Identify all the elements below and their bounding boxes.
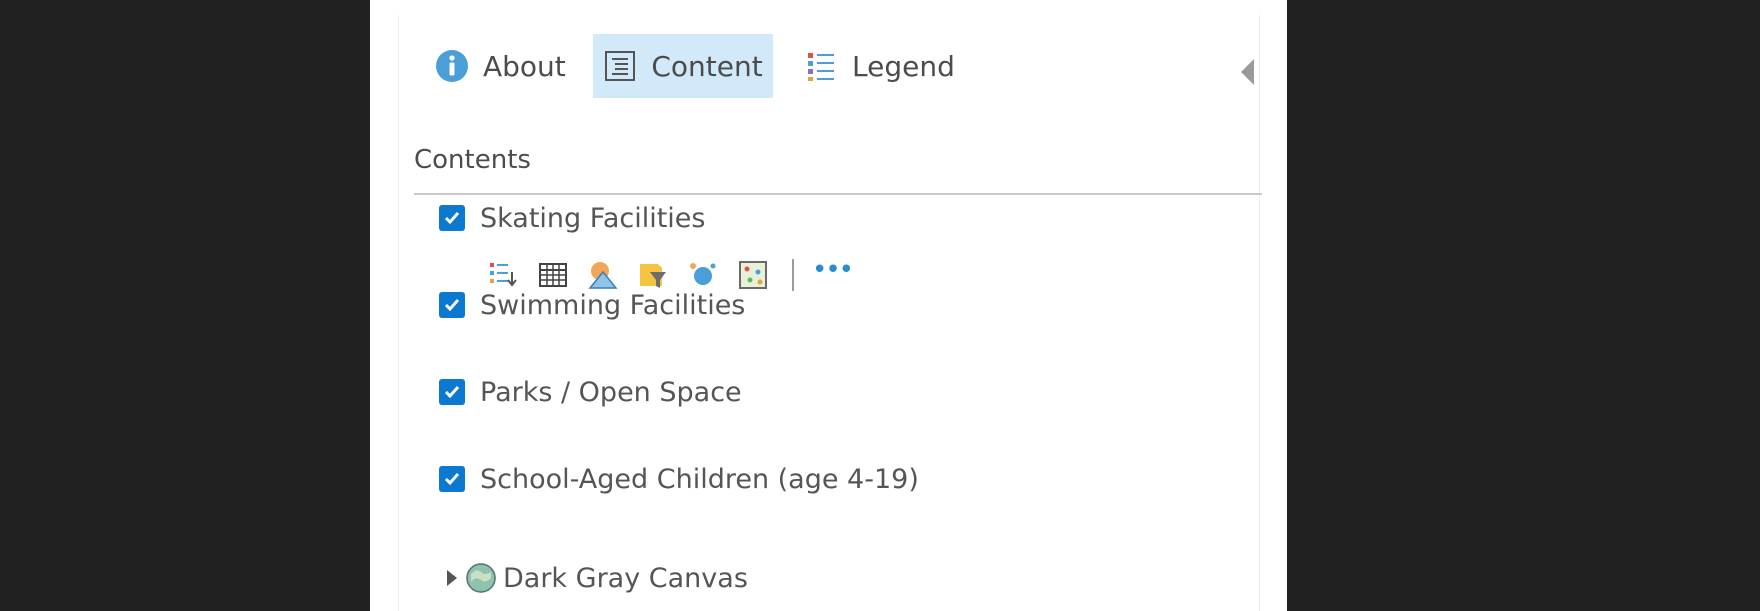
side-panel: About Content Legend Contents Skating Fa… [370,0,1287,611]
globe-icon [465,562,497,594]
show-item-details-icon[interactable] [738,260,768,290]
layer-label[interactable]: Parks / Open Space [480,377,742,408]
more-options-icon[interactable]: ••• [812,257,854,283]
layer-checkbox[interactable] [439,205,465,231]
layer-checkbox[interactable] [439,379,465,405]
layer-label[interactable]: Skating Facilities [480,203,705,234]
layer-toolbar: ••• [488,257,854,293]
checkmark-icon [444,212,460,225]
show-legend-icon[interactable] [488,260,518,290]
panel-inner: About Content Legend Contents Skating Fa… [398,15,1262,611]
layer-label[interactable]: Swimming Facilities [480,290,745,321]
checkmark-icon [444,299,460,312]
perform-analysis-icon[interactable] [688,260,718,290]
layer-label[interactable]: School-Aged Children (age 4-19) [480,464,919,495]
show-table-icon[interactable] [538,260,568,290]
collapse-panel-icon[interactable] [1241,59,1254,85]
basemap-label[interactable]: Dark Gray Canvas [503,563,748,594]
toolbar-separator [792,259,794,291]
info-icon [435,49,469,83]
tab-content[interactable]: Content [593,34,773,98]
tab-about-label: About [483,49,566,83]
tab-legend[interactable]: Legend [804,34,955,98]
layer-checkbox[interactable] [439,466,465,492]
content-icon [603,49,637,83]
expand-arrow-icon[interactable] [447,570,457,586]
legend-icon [804,49,838,83]
checkmark-icon [444,386,460,399]
tab-content-label: Content [651,49,763,83]
layer-checkbox[interactable] [439,292,465,318]
change-style-icon[interactable] [588,260,618,290]
basemap-item: Dark Gray Canvas [447,558,748,598]
section-divider [414,193,1262,195]
section-title: Contents [414,145,531,175]
filter-icon[interactable] [638,260,668,290]
tab-legend-label: Legend [852,49,955,83]
checkmark-icon [444,473,460,486]
tab-about[interactable]: About [435,34,566,98]
